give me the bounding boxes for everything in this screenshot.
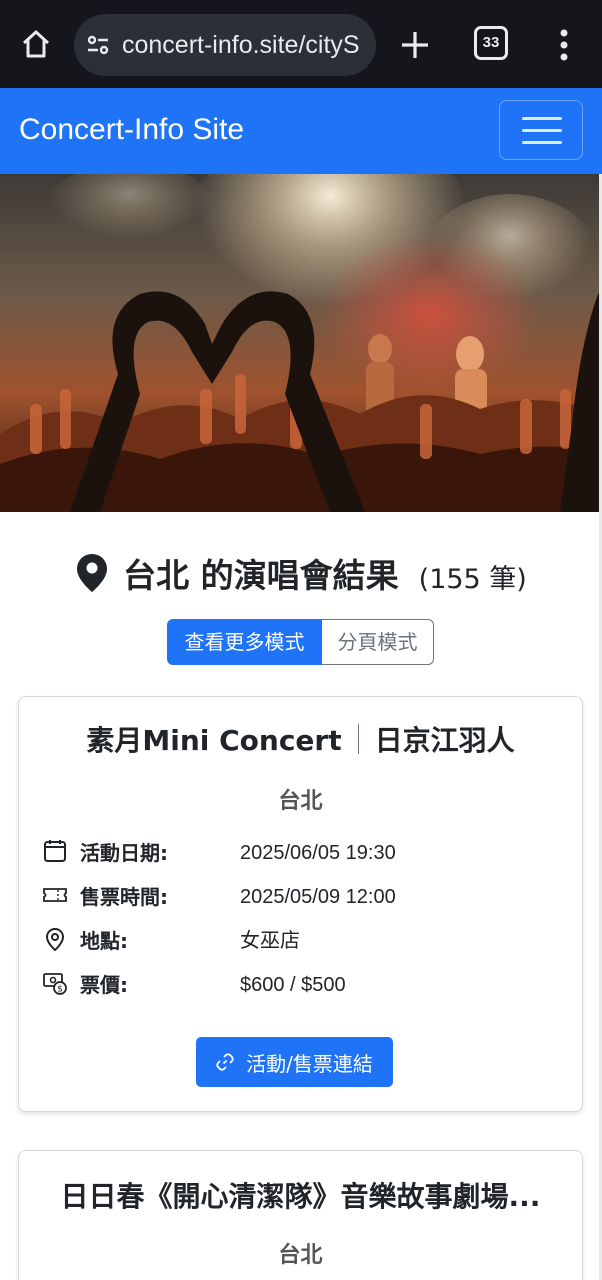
new-tab-icon[interactable] [394,24,436,66]
result-count: (155 筆) [418,563,527,595]
site-settings-icon[interactable] [84,31,112,59]
concert-title: 日日春《開心清潔隊》音樂故事劇場... [60,1180,541,1213]
price-label: 票價: [80,973,128,997]
hero-concert-image [0,174,602,512]
concert-title-main: 素月Mini Concert [86,724,342,757]
view-mode-toggle: 查看更多模式 分頁模式 [167,619,434,665]
event-ticket-link-button[interactable]: 活動/售票連結 [196,1037,393,1087]
title-divider [357,724,359,754]
venue-label: 地點: [80,929,128,953]
calendar-icon [44,840,66,862]
venue-row: 地點: 女巫店 [43,927,563,957]
ticket-time-row: 售票時間: 2025/05/09 12:00 [43,883,563,913]
map-marker-icon [45,927,65,951]
results-heading: 台北 的演唱會結果 (155 筆) [0,545,602,601]
menu-toggle-button[interactable] [499,100,583,160]
site-brand[interactable]: Concert-Info Site [19,88,244,172]
site-navbar: Concert-Info Site [0,88,602,174]
concert-title-performer: 日京江羽人 [374,724,515,757]
event-date-row: 活動日期: 2025/06/05 19:30 [43,839,563,869]
url-text[interactable]: concert-info.site/cityS [122,14,372,76]
more-options-icon[interactable] [548,24,580,66]
concert-city: 台北 [278,1243,323,1268]
location-pin-icon [77,554,108,592]
browser-toolbar: concert-info.site/cityS 33 [0,0,602,88]
cash-coin-icon: $ [43,973,67,995]
ticket-time-value: 2025/05/09 12:00 [240,886,396,908]
concert-city: 台北 [278,789,323,814]
price-value: $600 / $500 [240,974,346,996]
event-date-label: 活動日期: [80,841,168,865]
price-row: $ 票價: $600 / $500 [43,971,563,1001]
address-bar[interactable]: concert-info.site/cityS [74,14,376,76]
concert-card: 素月Mini Concert 日京江羽人 台北 活動日期: 2025/06/05 … [18,696,583,1112]
event-ticket-link-label: 活動/售票連結 [246,1051,373,1076]
concert-title: 素月Mini Concert 日京江羽人 [19,719,582,759]
ticket-icon [43,888,67,902]
ticket-time-label: 售票時間: [80,885,168,909]
link-icon [216,1053,234,1071]
venue-value: 女巫店 [240,930,300,952]
event-date-value: 2025/06/05 19:30 [240,842,396,864]
load-more-mode-button[interactable]: 查看更多模式 [167,619,322,665]
page-title: 台北 的演唱會結果 [123,556,399,595]
tab-switcher-button[interactable]: 33 [474,26,508,60]
concert-card: 日日春《開心清潔隊》音樂故事劇場... 台北 [18,1150,583,1280]
home-icon[interactable] [14,22,58,66]
pagination-mode-button[interactable]: 分頁模式 [322,619,434,665]
svg-text:$: $ [57,985,63,995]
